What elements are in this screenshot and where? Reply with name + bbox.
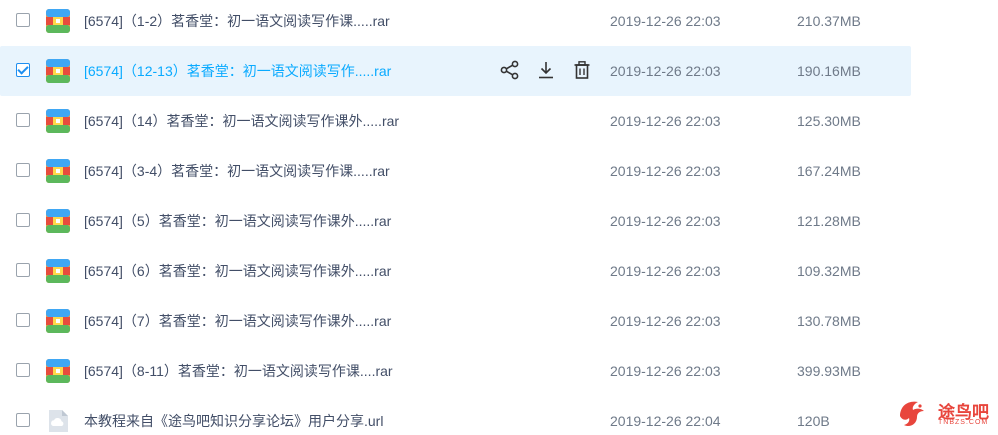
row-checkbox[interactable] (16, 113, 30, 127)
file-size: 167.24MB (797, 163, 861, 179)
row-checkbox[interactable] (16, 263, 30, 277)
file-date: 2019-12-26 22:03 (610, 113, 721, 129)
file-name[interactable]: [6574]（12-13）茗香堂：初一语文阅读写作.....rar (84, 46, 391, 96)
rar-archive-icon (46, 309, 70, 333)
delete-icon[interactable] (571, 59, 593, 81)
file-size: 130.78MB (797, 313, 861, 329)
file-date: 2019-12-26 22:03 (610, 313, 721, 329)
file-name[interactable]: [6574]（3-4）茗香堂：初一语文阅读写作课.....rar (84, 146, 390, 196)
row-checkbox[interactable] (16, 413, 30, 427)
row-checkbox[interactable] (16, 13, 30, 27)
file-size: 190.16MB (797, 63, 861, 79)
file-size: 109.32MB (797, 263, 861, 279)
file-date: 2019-12-26 22:03 (610, 213, 721, 229)
file-name[interactable]: 本教程来自《途鸟吧知识分享论坛》用户分享.url (84, 396, 383, 435)
row-checkbox[interactable] (16, 313, 30, 327)
row-actions (499, 59, 593, 83)
file-row[interactable]: [6574]（6）茗香堂：初一语文阅读写作课外.....rar 2019-12-… (0, 246, 911, 296)
file-date: 2019-12-26 22:03 (610, 163, 721, 179)
file-row[interactable]: [6574]（3-4）茗香堂：初一语文阅读写作课.....rar 2019-12… (0, 146, 911, 196)
file-size: 399.93MB (797, 363, 861, 379)
file-name[interactable]: [6574]（1-2）茗香堂：初一语文阅读写作课.....rar (84, 0, 390, 46)
rar-archive-icon (46, 159, 70, 183)
file-row[interactable]: 本教程来自《途鸟吧知识分享论坛》用户分享.url 2019-12-26 22:0… (0, 396, 911, 435)
file-name[interactable]: [6574]（8-11）茗香堂：初一语文阅读写作课....rar (84, 346, 393, 396)
file-list: [6574]（1-2）茗香堂：初一语文阅读写作课.....rar 2019-12… (0, 0, 998, 435)
row-checkbox[interactable] (16, 363, 30, 377)
rar-archive-icon (46, 209, 70, 233)
rar-archive-icon (46, 109, 70, 133)
file-size: 210.37MB (797, 13, 861, 29)
file-date: 2019-12-26 22:03 (610, 363, 721, 379)
bird-logo-icon (900, 401, 924, 427)
row-checkbox[interactable] (16, 163, 30, 177)
file-size: 125.30MB (797, 113, 861, 129)
file-date: 2019-12-26 22:03 (610, 63, 721, 79)
rar-archive-icon (46, 259, 70, 283)
url-file-icon (49, 410, 68, 432)
rar-archive-icon (46, 9, 70, 33)
file-name[interactable]: [6574]（6）茗香堂：初一语文阅读写作课外.....rar (84, 246, 391, 296)
file-size: 121.28MB (797, 213, 861, 229)
rar-archive-icon (46, 59, 70, 83)
file-date: 2019-12-26 22:03 (610, 263, 721, 279)
row-checkbox[interactable] (16, 213, 30, 227)
file-row-selected[interactable]: [6574]（12-13）茗香堂：初一语文阅读写作.....rar 2019-1… (0, 46, 911, 96)
file-size: 120B (797, 413, 830, 429)
download-icon[interactable] (535, 59, 557, 81)
watermark-logo: 途鸟吧 TNBZS.COM (896, 396, 992, 432)
watermark-subtext: TNBZS.COM (938, 419, 989, 426)
file-row[interactable]: [6574]（7）茗香堂：初一语文阅读写作课外.....rar 2019-12-… (0, 296, 911, 346)
file-name[interactable]: [6574]（14）茗香堂：初一语文阅读写作课外.....rar (84, 96, 399, 146)
share-icon[interactable] (499, 59, 521, 81)
file-row[interactable]: [6574]（1-2）茗香堂：初一语文阅读写作课.....rar 2019-12… (0, 0, 911, 46)
rar-archive-icon (46, 359, 70, 383)
file-row[interactable]: [6574]（5）茗香堂：初一语文阅读写作课外.....rar 2019-12-… (0, 196, 911, 246)
file-date: 2019-12-26 22:03 (610, 13, 721, 29)
row-checkbox-checked[interactable] (16, 63, 30, 77)
file-row[interactable]: [6574]（14）茗香堂：初一语文阅读写作课外.....rar 2019-12… (0, 96, 911, 146)
file-date: 2019-12-26 22:04 (610, 413, 721, 429)
file-row[interactable]: [6574]（8-11）茗香堂：初一语文阅读写作课....rar 2019-12… (0, 346, 911, 396)
file-name[interactable]: [6574]（7）茗香堂：初一语文阅读写作课外.....rar (84, 296, 391, 346)
file-name[interactable]: [6574]（5）茗香堂：初一语文阅读写作课外.....rar (84, 196, 391, 246)
